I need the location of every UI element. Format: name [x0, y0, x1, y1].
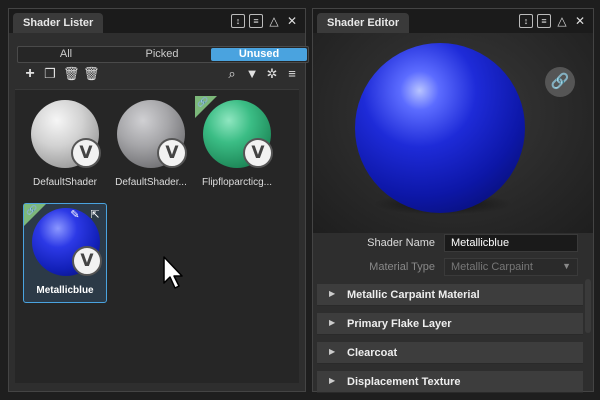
lister-tabbar: Shader Lister ↕ ≡ △ ✕	[9, 9, 305, 33]
shader-tile-selected[interactable]: 🔗 ✎ ⇱ V Metallicblue	[23, 203, 107, 303]
preview-sphere	[355, 43, 525, 213]
section-title: Displacement Texture	[347, 376, 461, 388]
delete-icon[interactable]: 🗑	[83, 67, 100, 81]
filter-icon[interactable]: ▼	[245, 67, 259, 81]
shader-tile[interactable]: V DefaultShader...	[109, 96, 193, 196]
filter-all[interactable]: All	[18, 47, 114, 62]
editor-window-tools: ↕ ≡ △ ✕	[519, 13, 587, 29]
link-icon: 🔗	[197, 97, 209, 107]
shader-tile-label: DefaultShader	[33, 177, 97, 188]
material-type-row: Material Type Metallic Carpaint ▼	[313, 258, 593, 278]
settings-icon[interactable]: ✲	[265, 67, 279, 81]
lister-window-tools: ↕ ≡ △ ✕	[231, 13, 299, 29]
chevron-down-icon: ▼	[562, 261, 571, 271]
chevron-right-icon: ▶	[329, 318, 336, 327]
tile-hover-actions: ✎ ⇱	[68, 208, 102, 222]
shader-tile-label: DefaultShader...	[115, 177, 187, 188]
material-type-label: Material Type	[369, 261, 435, 273]
chevron-right-icon: ▶	[329, 347, 336, 356]
delete-unused-icon[interactable]: 🗑	[63, 67, 80, 81]
shader-lister-panel: Shader Lister ↕ ≡ △ ✕ All Picked Unused …	[8, 8, 309, 392]
vray-logo-icon: V	[72, 246, 102, 276]
vray-logo-icon: V	[71, 138, 101, 168]
editor-title[interactable]: Shader Editor	[317, 13, 410, 33]
filter-picked[interactable]: Picked	[114, 47, 210, 62]
add-icon[interactable]: +	[23, 66, 37, 82]
link-icon[interactable]: 🔗	[545, 67, 575, 97]
section-title: Metallic Carpaint Material	[347, 289, 480, 301]
mouse-cursor-icon	[163, 256, 183, 289]
close-icon[interactable]: ✕	[573, 14, 587, 28]
material-type-dropdown[interactable]: Metallic Carpaint ▼	[444, 258, 578, 276]
shader-name-label: Shader Name	[367, 237, 435, 249]
collapse-icon[interactable]: △	[267, 14, 281, 28]
section-title: Clearcoat	[347, 347, 398, 359]
filter-segmented-control: All Picked Unused	[17, 46, 309, 63]
shader-tile[interactable]: V DefaultShader	[23, 96, 107, 196]
shader-tile[interactable]: 🔗 V Flipfloparcticg...	[195, 96, 279, 196]
duplicate-icon[interactable]: ❐	[43, 67, 57, 81]
section-clearcoat[interactable]: ▶ Clearcoat	[317, 342, 583, 364]
resize-icon[interactable]: ↕	[519, 14, 533, 28]
vray-logo-icon: V	[157, 138, 187, 168]
material-preview: 🔗	[313, 33, 593, 233]
shader-name-row: Shader Name Metallicblue	[313, 234, 593, 254]
section-title: Primary Flake Layer	[347, 318, 452, 330]
editor-tabbar: Shader Editor ↕ ≡ △ ✕	[313, 9, 593, 33]
section-primary-flake-layer[interactable]: ▶ Primary Flake Layer	[317, 313, 583, 335]
shader-tile-label: Flipfloparcticg...	[201, 177, 273, 188]
edit-icon[interactable]: ✎	[68, 208, 82, 222]
section-metallic-carpaint-material[interactable]: ▶ Metallic Carpaint Material	[317, 284, 583, 306]
material-type-value: Metallic Carpaint	[451, 261, 533, 273]
shader-grid: V DefaultShader V DefaultShader... 🔗 V F…	[15, 89, 299, 383]
shader-tile-label: Metallicblue	[36, 285, 94, 296]
lister-toolbar: + ❐ 🗑 🗑 ⌕ ▼ ✲ ≡	[17, 66, 299, 83]
menu-icon[interactable]: ≡	[537, 14, 551, 28]
select-objects-icon[interactable]: ⇱	[88, 208, 102, 222]
menu-icon[interactable]: ≡	[249, 14, 263, 28]
vray-logo-icon: V	[243, 138, 273, 168]
editor-scrollbar[interactable]	[585, 279, 591, 333]
section-displacement-texture[interactable]: ▶ Displacement Texture	[317, 371, 583, 393]
chevron-right-icon: ▶	[329, 289, 336, 298]
shader-editor-panel: Shader Editor ↕ ≡ △ ✕ 🔗 Shader Name Meta…	[312, 8, 594, 393]
lister-title[interactable]: Shader Lister	[13, 13, 104, 33]
link-icon: 🔗	[26, 205, 38, 215]
list-menu-icon[interactable]: ≡	[285, 67, 299, 81]
collapse-icon[interactable]: △	[555, 14, 569, 28]
shader-name-input[interactable]: Metallicblue	[444, 234, 578, 252]
resize-icon[interactable]: ↕	[231, 14, 245, 28]
search-icon[interactable]: ⌕	[225, 67, 239, 81]
close-icon[interactable]: ✕	[285, 14, 299, 28]
filter-unused[interactable]: Unused	[211, 48, 307, 61]
chevron-right-icon: ▶	[329, 376, 336, 385]
